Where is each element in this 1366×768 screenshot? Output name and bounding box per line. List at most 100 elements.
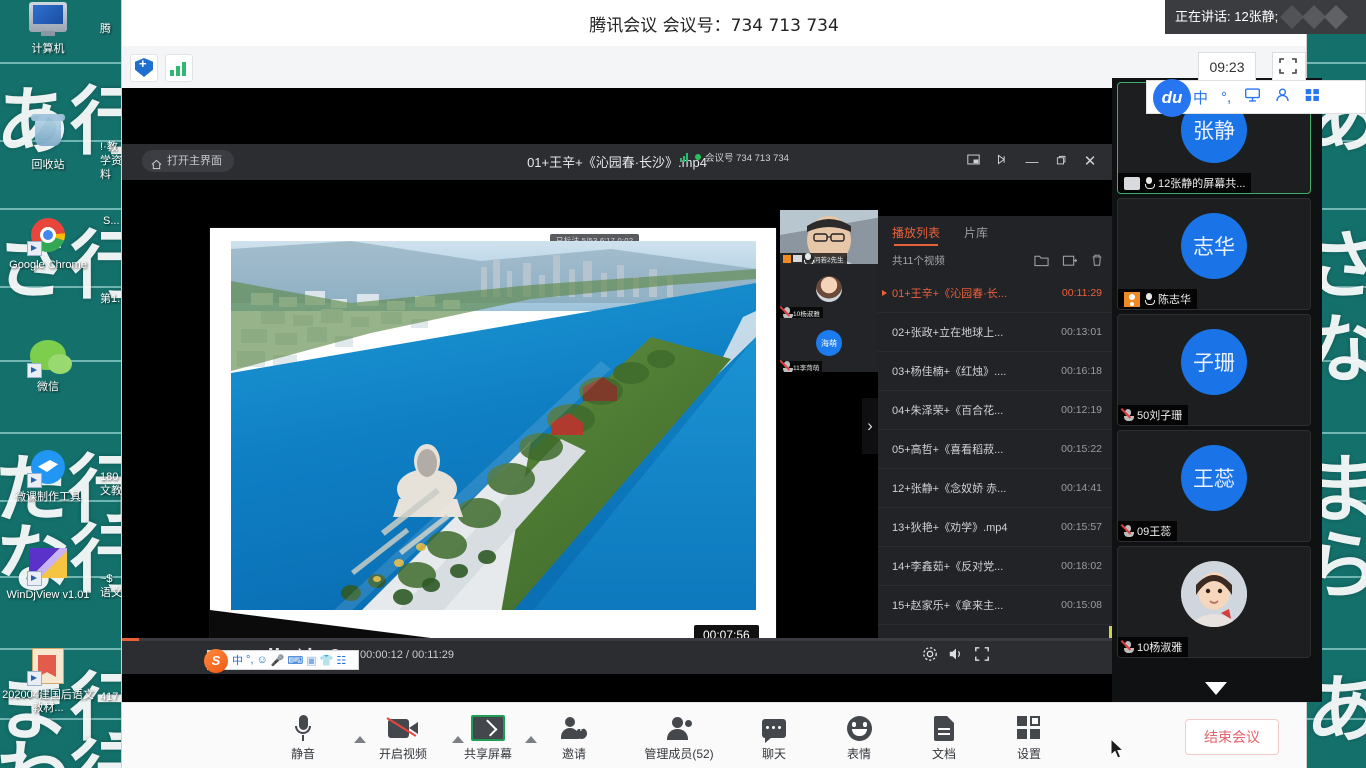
share-thumbnail[interactable]: 正在讲话: 向若先生问若2先生 bbox=[780, 210, 878, 264]
participant-card[interactable]: 王蕊 09王蕊 bbox=[1117, 430, 1311, 542]
volume-icon[interactable] bbox=[948, 646, 964, 667]
toolbar-video-button[interactable]: 开启视频 bbox=[360, 713, 446, 762]
pin-icon[interactable] bbox=[991, 152, 1013, 172]
toolbar-settings-button[interactable]: 设置 bbox=[986, 713, 1072, 762]
player-meeting-number: 会议号 734 713 734 bbox=[705, 153, 789, 164]
baidu-ime-bar[interactable]: du 中 °, bbox=[1146, 79, 1366, 117]
delete-icon[interactable] bbox=[1090, 253, 1105, 267]
minimize-icon[interactable]: — bbox=[1021, 152, 1043, 172]
toolbar-document-button[interactable]: 文档 bbox=[901, 713, 987, 762]
toolbar-share-button[interactable]: 共享屏幕 bbox=[445, 713, 531, 762]
player-titlebar: 打开主界面 01+王辛+《沁园春·长沙》.mp4 会议号 734 713 734… bbox=[122, 144, 1112, 180]
tab-library[interactable]: 片库 bbox=[964, 224, 988, 241]
playlist-item[interactable]: 05+高哲+《喜看稻菽... 00:15:22 bbox=[878, 430, 1112, 469]
mic-icon bbox=[1145, 177, 1155, 189]
toolbar-manage-members-label: 管理成员(52) bbox=[644, 747, 714, 761]
toolbar-emoji-button[interactable]: 表情 bbox=[816, 713, 902, 762]
playlist-item[interactable]: 01+王辛+《沁园春·长...00:11:29正在讲话: 12张静; bbox=[878, 274, 1112, 313]
ime-soft-keyboard-icon[interactable]: ▣ bbox=[306, 654, 316, 667]
playlist-items[interactable]: 01+王辛+《沁园春·长...00:11:29正在讲话: 12张静;02+张政+… bbox=[878, 274, 1112, 674]
playlist-collapse-arrow[interactable]: › bbox=[862, 398, 878, 454]
playlist-item-name: 03+杨佳楠+《红烛》.... bbox=[892, 366, 1007, 378]
end-meeting-button[interactable]: 结束会议 bbox=[1185, 719, 1279, 755]
tab-playlist[interactable]: 播放列表 bbox=[892, 224, 940, 246]
playlist-item[interactable]: 02+张政+立在地球上... 00:13:01 bbox=[878, 313, 1112, 352]
pip-icon[interactable] bbox=[962, 152, 984, 172]
desktop-icon-recycle-bin[interactable]: 回收站 bbox=[2, 114, 94, 172]
toolbar-settings-label: 设置 bbox=[1016, 747, 1041, 761]
participant-avatar-photo bbox=[1181, 561, 1247, 627]
toolbar-chat-button[interactable]: 聊天 bbox=[731, 713, 817, 762]
playlist-item[interactable]: 14+李鑫茹+《反对党... 00:18:02 bbox=[878, 547, 1112, 586]
signal-button[interactable] bbox=[165, 54, 193, 82]
shield-icon bbox=[135, 58, 153, 77]
participant-name: 10杨淑雅 bbox=[1137, 642, 1183, 654]
participant-name: 50刘子珊 bbox=[1137, 410, 1183, 422]
toolbar-mute-button[interactable]: 静音 bbox=[260, 713, 346, 762]
clock-display: 09:23 bbox=[1198, 52, 1256, 82]
sogou-ime-bar[interactable]: S 中 °, ☺ 🎤 ⌨ ▣ 👕 ☷ bbox=[204, 649, 359, 673]
playlist-item-duration: 00:15:57 bbox=[1061, 521, 1102, 533]
pdf-icon bbox=[27, 648, 69, 686]
desktop-icon-pdf[interactable]: 202004建国后语文教材... bbox=[2, 648, 94, 715]
thumbnail-name: 10杨淑雅 bbox=[793, 310, 820, 318]
playlist-item-duration: 00:15:22 bbox=[1061, 443, 1102, 455]
playlist-item-duration: 00:11:29 bbox=[1061, 287, 1102, 299]
desktop-icon-weike[interactable]: 微课制作工具 bbox=[2, 450, 94, 504]
rail-scroll-down-arrow[interactable] bbox=[1205, 682, 1227, 695]
participant-rail[interactable]: 张静 12张静的屏幕共... 志华 陈志华 子珊 50刘子珊 王蕊 09王蕊 10杨淑雅 bbox=[1112, 78, 1322, 702]
participant-name: 09王蕊 bbox=[1137, 526, 1172, 538]
desktop-icon-windjview[interactable]: WinDjView v1.01 bbox=[2, 548, 94, 602]
participant-name-bar: 50刘子珊 bbox=[1118, 405, 1189, 425]
playlist-item-name: 13+狄艳+《劝学》.mp4 bbox=[892, 522, 1008, 534]
ime-keyboard-icon[interactable]: ⌨ bbox=[287, 654, 303, 667]
playlist-item[interactable]: 13+狄艳+《劝学》.mp4 00:15:57 bbox=[878, 508, 1112, 547]
toolbar-manage-members-button[interactable]: 管理成员(52) bbox=[624, 713, 734, 762]
window-titlebar: 腾讯会议 会议号：734 713 734 bbox=[122, 0, 1306, 46]
baidu-keyboard-icon[interactable] bbox=[1244, 87, 1261, 107]
share-thumbnail[interactable]: 10杨淑雅 bbox=[780, 264, 878, 318]
thumbnail-avatar-initials: 海萌 bbox=[816, 330, 842, 356]
playlist-item[interactable]: 03+杨佳楠+《红烛》.... 00:16:18 bbox=[878, 352, 1112, 391]
playlist-item[interactable]: 04+朱泽荣+《百合花... 00:12:19 bbox=[878, 391, 1112, 430]
maximize-icon[interactable] bbox=[1050, 152, 1072, 172]
participant-card[interactable]: 子珊 50刘子珊 bbox=[1117, 314, 1311, 426]
emoji-icon bbox=[816, 713, 902, 743]
host-badge-icon bbox=[783, 254, 791, 263]
now-playing-icon bbox=[882, 290, 887, 296]
share-thumbnail[interactable]: 海萌 11李菏萌 bbox=[780, 318, 878, 372]
settings-icon bbox=[986, 713, 1072, 743]
fullscreen-toggle-button[interactable] bbox=[1272, 52, 1306, 82]
ime-apps-icon[interactable]: ☷ bbox=[336, 654, 346, 667]
playlist-item[interactable]: 15+赵家乐+《拿来主... 00:15:08 bbox=[878, 586, 1112, 625]
ime-punctuation-icon[interactable]: °, bbox=[246, 654, 253, 666]
baidu-apps-icon[interactable] bbox=[1304, 87, 1321, 107]
baidu-punctuation-icon[interactable]: °, bbox=[1221, 89, 1231, 106]
player-fullscreen-icon[interactable] bbox=[974, 646, 990, 667]
settings-gear-icon[interactable] bbox=[922, 646, 938, 667]
baidu-user-icon[interactable] bbox=[1274, 87, 1291, 107]
participant-card[interactable]: 10杨淑雅 bbox=[1117, 546, 1311, 658]
player-progress-bar[interactable] bbox=[122, 638, 1112, 641]
desktop-icon-wechat[interactable]: 微信 bbox=[2, 340, 94, 394]
ime-mic-icon[interactable]: 🎤 bbox=[271, 654, 285, 667]
playlist-item-duration: 00:12:19 bbox=[1061, 404, 1102, 416]
participant-name-bar: 09王蕊 bbox=[1118, 521, 1178, 541]
ime-shirt-icon[interactable]: 👕 bbox=[320, 654, 334, 667]
playlist-item[interactable]: 12+张静+《念奴娇 赤... 00:14:41 bbox=[878, 469, 1112, 508]
desktop-icon-chrome[interactable]: Google Chrome bbox=[2, 218, 94, 272]
ime-emoji-icon[interactable]: ☺ bbox=[256, 654, 267, 666]
desktop-icon-computer[interactable]: 计算机 bbox=[2, 2, 94, 56]
ime-mode-chinese[interactable]: 中 bbox=[232, 652, 243, 668]
participant-card[interactable]: 志华 陈志华 bbox=[1117, 198, 1311, 310]
playlist-tabs: 播放列表 片库 bbox=[878, 220, 1112, 248]
baidu-mode-chinese[interactable]: 中 bbox=[1193, 87, 1208, 108]
window-title: 腾讯会议 会议号：734 713 734 bbox=[589, 16, 839, 36]
mic-icon bbox=[260, 713, 346, 743]
close-icon[interactable]: ✕ bbox=[1079, 152, 1101, 172]
desktop-icon-label: 回收站 bbox=[31, 159, 65, 171]
add-folder-icon[interactable] bbox=[1034, 253, 1049, 267]
toolbar-invite-button[interactable]: 邀请 bbox=[531, 713, 617, 762]
shield-button[interactable] bbox=[130, 54, 158, 82]
add-file-icon[interactable] bbox=[1062, 253, 1078, 267]
